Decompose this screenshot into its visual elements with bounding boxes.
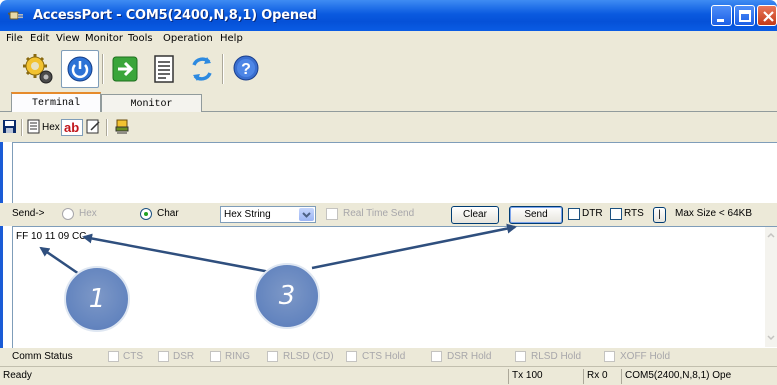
callout-1: 1 xyxy=(64,266,130,332)
tab-monitor[interactable]: Monitor xyxy=(101,94,202,112)
port-settings-icon[interactable] xyxy=(114,118,130,135)
format-select-value: Hex String xyxy=(224,209,271,220)
maximize-icon xyxy=(739,10,751,22)
window-title: AccessPort - COM5(2400,N,8,1) Opened xyxy=(33,8,317,23)
terminal-toolbar: Hex ab xyxy=(0,112,777,142)
notepad-icon xyxy=(154,55,174,83)
app-plug-icon xyxy=(8,11,23,20)
char-radio[interactable] xyxy=(140,208,152,220)
tab-terminal[interactable]: Terminal xyxy=(11,92,101,113)
realtime-send-label: Real Time Send xyxy=(343,208,415,219)
menu-help[interactable]: Help xyxy=(220,33,243,44)
close-button[interactable] xyxy=(757,5,777,26)
go-button[interactable] xyxy=(107,50,145,88)
max-size-label: Max Size < 64KB xyxy=(675,208,752,219)
toolbar-separator xyxy=(106,119,108,136)
format-select[interactable]: Hex String xyxy=(220,206,316,223)
refresh-button[interactable] xyxy=(183,50,221,88)
minimize-button[interactable] xyxy=(711,5,732,26)
cts-indicator xyxy=(108,351,119,362)
rlsd-label: RLSD (CD) xyxy=(283,351,334,362)
cts-label: CTS xyxy=(123,351,143,362)
power-icon xyxy=(67,56,93,82)
rlsd-indicator xyxy=(267,351,278,362)
send-controls: Send-> Hex Char Hex String Real Time Sen… xyxy=(0,203,777,226)
hex-view-icon[interactable] xyxy=(27,118,41,135)
comm-status-label: Comm Status xyxy=(12,351,73,362)
minimize-icon xyxy=(717,19,724,22)
dsr-hold-indicator xyxy=(431,351,442,362)
main-toolbar: ? xyxy=(0,48,777,92)
rlsd-hold-label: RLSD Hold xyxy=(531,351,582,362)
help-icon: ? xyxy=(233,55,259,81)
rts-checkbox[interactable] xyxy=(610,208,622,220)
menu-tools[interactable]: Tools xyxy=(128,33,153,44)
rlsd-hold-indicator xyxy=(515,351,526,362)
comm-status-bar: Comm Status CTS DSR RING RLSD (CD) CTS H… xyxy=(0,348,777,366)
status-tx: Tx 100 xyxy=(508,369,583,384)
hex-radio-label: Hex xyxy=(79,208,97,219)
toolbar-separator xyxy=(21,119,23,136)
tab-strip: Terminal Monitor xyxy=(0,92,777,113)
save-disk-icon[interactable] xyxy=(2,118,17,135)
char-radio-label: Char xyxy=(157,208,179,219)
vertical-scrollbar[interactable] xyxy=(765,227,777,347)
dtr-label: DTR xyxy=(582,208,603,219)
menu-view[interactable]: View xyxy=(56,33,80,44)
hex-radio[interactable] xyxy=(62,208,74,220)
status-state: Ready xyxy=(3,370,32,381)
notepad-button[interactable] xyxy=(146,50,184,88)
scroll-down-icon[interactable] xyxy=(765,331,777,345)
toolbar-separator xyxy=(222,54,224,84)
ab-label: ab xyxy=(64,120,80,135)
dtr-checkbox[interactable] xyxy=(568,208,580,220)
ring-indicator xyxy=(210,351,221,362)
dsr-label: DSR xyxy=(173,351,195,362)
power-button[interactable] xyxy=(61,50,99,88)
dsr-hold-label: DSR Hold xyxy=(447,351,492,362)
toolbar-separator xyxy=(102,54,104,84)
chevron-down-icon[interactable] xyxy=(299,208,314,221)
status-port: COM5(2400,N,8,1) Ope xyxy=(621,369,777,384)
settings-gear-icon xyxy=(23,54,53,84)
realtime-send-checkbox[interactable] xyxy=(326,208,338,220)
status-bar: Ready Tx 100 Rx 0 COM5(2400,N,8,1) Ope xyxy=(0,366,777,385)
close-icon xyxy=(763,11,774,22)
menu-monitor[interactable]: Monitor xyxy=(85,33,123,44)
menu-file[interactable]: File xyxy=(6,33,23,44)
rts-label: RTS xyxy=(624,208,644,219)
status-rx: Rx 0 xyxy=(583,369,621,384)
callout-3: 3 xyxy=(254,263,320,329)
scroll-up-icon[interactable] xyxy=(765,229,777,243)
send-content: FF 10 11 09 CC xyxy=(16,231,87,242)
go-arrow-icon xyxy=(112,56,138,82)
xoff-hold-indicator xyxy=(604,351,615,362)
menu-edit[interactable]: Edit xyxy=(30,33,49,44)
settings-gear-button[interactable] xyxy=(20,50,58,88)
send-button[interactable]: Send xyxy=(509,206,563,224)
refresh-icon xyxy=(192,57,212,81)
menu-bar: File Edit View Monitor Tools Operation H… xyxy=(0,31,777,48)
ring-label: RING xyxy=(225,351,250,362)
cts-hold-indicator xyxy=(346,351,357,362)
svg-text:?: ? xyxy=(241,61,251,78)
pipe-button[interactable]: | xyxy=(653,207,666,223)
clear-button[interactable]: Clear xyxy=(451,206,499,224)
menu-operation[interactable]: Operation xyxy=(163,33,213,44)
maximize-button[interactable] xyxy=(734,5,755,26)
hex-toggle[interactable]: Hex xyxy=(42,122,60,133)
xoff-hold-label: XOFF Hold xyxy=(620,351,671,362)
help-button[interactable]: ? xyxy=(227,50,265,88)
receive-text-area[interactable] xyxy=(12,142,777,203)
dsr-indicator xyxy=(158,351,169,362)
send-label: Send-> xyxy=(12,208,45,219)
ab-toggle-button[interactable]: ab xyxy=(61,119,83,136)
title-bar[interactable]: AccessPort - COM5(2400,N,8,1) Opened xyxy=(0,0,777,31)
edit-page-icon[interactable] xyxy=(86,118,102,135)
cts-hold-label: CTS Hold xyxy=(362,351,406,362)
